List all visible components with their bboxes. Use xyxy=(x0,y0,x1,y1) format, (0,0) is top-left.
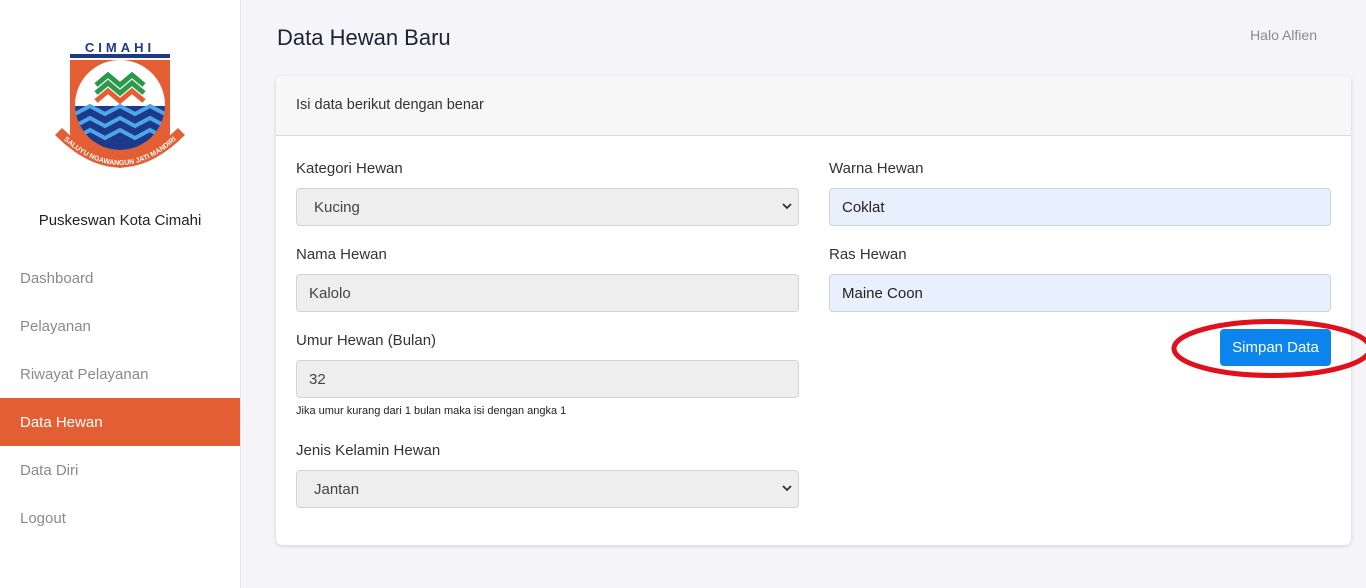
sidebar-item-data-hewan[interactable]: Data Hewan xyxy=(0,398,240,446)
ras-label: Ras Hewan xyxy=(829,246,907,263)
chevron-down-icon xyxy=(782,203,792,210)
sidebar-item-data-diri[interactable]: Data Diri xyxy=(0,446,240,494)
ras-input[interactable]: Maine Coon xyxy=(829,274,1331,312)
nama-value: Kalolo xyxy=(309,284,351,302)
form-intro: Isi data berikut dengan benar xyxy=(276,76,1351,136)
umur-value: 32 xyxy=(309,370,326,388)
sidebar-item-logout[interactable]: Logout xyxy=(0,494,240,542)
warna-value: Coklat xyxy=(842,198,885,216)
main-content: Data Hewan Baru Halo Alfien Isi data ber… xyxy=(241,0,1366,588)
cimahi-logo: CIMAHI SALUYU NGAWANGUN JATI MANDIRI xyxy=(55,40,185,168)
svg-text:CIMAHI: CIMAHI xyxy=(85,40,155,55)
umur-hint: Jika umur kurang dari 1 bulan maka isi d… xyxy=(296,405,567,417)
sidebar-item-pelayanan[interactable]: Pelayanan xyxy=(0,302,240,350)
warna-label: Warna Hewan xyxy=(829,160,924,177)
page-title: Data Hewan Baru xyxy=(277,25,451,50)
kategori-select[interactable]: Kucing xyxy=(296,188,799,226)
org-name: Puskeswan Kota Cimahi xyxy=(38,212,202,229)
umur-label: Umur Hewan (Bulan) xyxy=(296,332,437,349)
sidebar-nav: Dashboard Pelayanan Riwayat Pelayanan Da… xyxy=(0,254,240,542)
umur-input[interactable]: 32 xyxy=(296,360,799,398)
chevron-down-icon xyxy=(782,485,792,492)
user-greeting[interactable]: Halo Alfien xyxy=(1250,27,1317,43)
kategori-value: Kucing xyxy=(314,198,360,216)
kategori-label: Kategori Hewan xyxy=(296,160,403,177)
sidebar-item-riwayat-pelayanan[interactable]: Riwayat Pelayanan xyxy=(0,350,240,398)
kelamin-select[interactable]: Jantan xyxy=(296,470,799,508)
nama-input[interactable]: Kalolo xyxy=(296,274,799,312)
form-card: Isi data berikut dengan benar Kategori H… xyxy=(276,76,1351,545)
sidebar: CIMAHI SALUYU NGAWANGUN JATI MANDIRI Pus… xyxy=(0,0,241,588)
save-button[interactable]: Simpan Data xyxy=(1220,329,1331,366)
sidebar-item-dashboard[interactable]: Dashboard xyxy=(0,254,240,302)
kelamin-label: Jenis Kelamin Hewan xyxy=(296,442,441,459)
ras-value: Maine Coon xyxy=(842,284,923,302)
kelamin-value: Jantan xyxy=(314,480,360,498)
warna-input[interactable]: Coklat xyxy=(829,188,1331,226)
nama-label: Nama Hewan xyxy=(296,246,387,263)
